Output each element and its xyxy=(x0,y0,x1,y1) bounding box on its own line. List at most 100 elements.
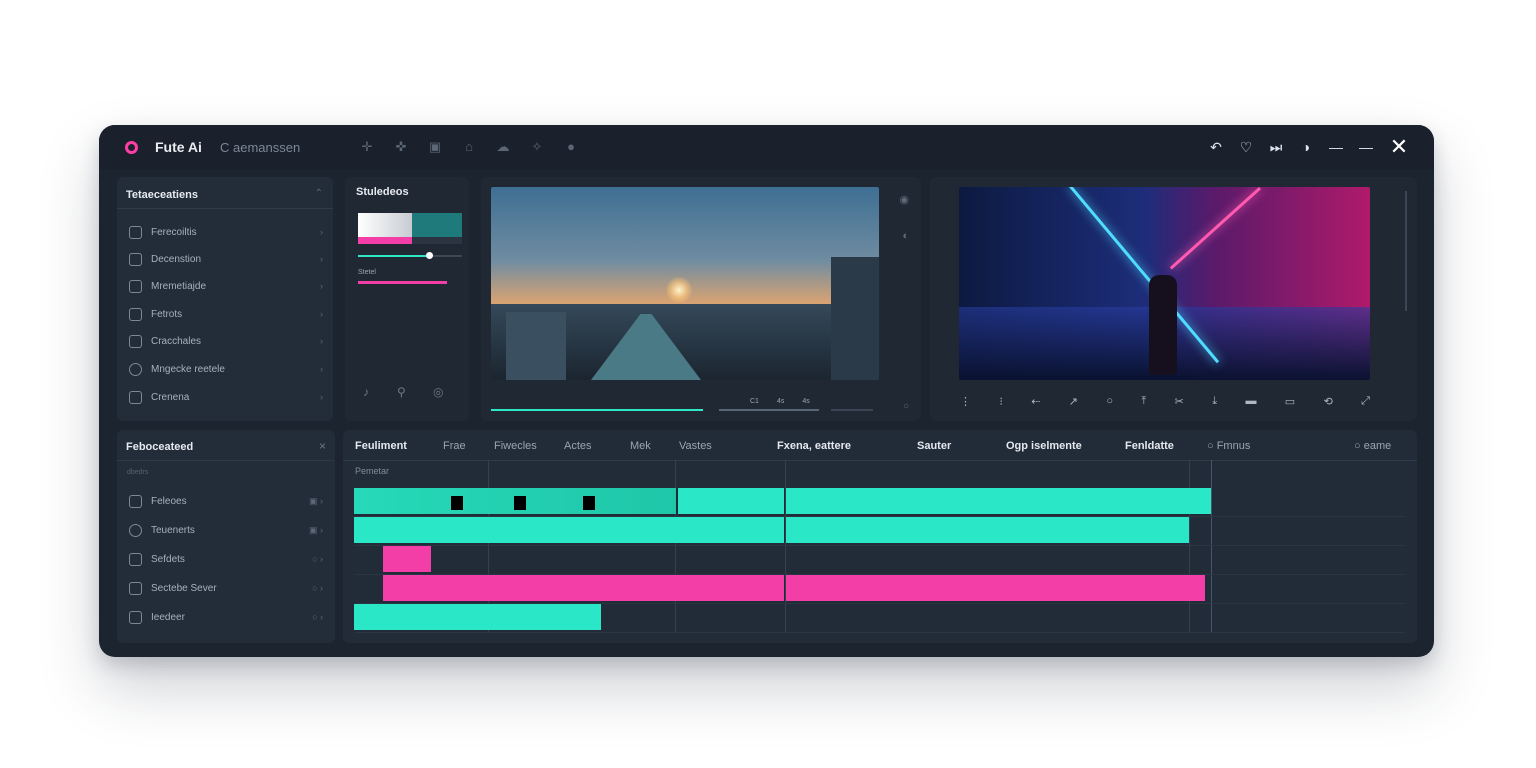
project-name[interactable]: C aemanssen xyxy=(220,140,300,155)
style-slider-knob[interactable] xyxy=(425,252,433,259)
fullscreen-icon[interactable]: ▭ xyxy=(1285,395,1295,408)
minimize-icon[interactable]: — xyxy=(1326,135,1346,159)
timeline-tab[interactable]: Actes xyxy=(564,440,592,452)
video-clip[interactable] xyxy=(786,517,1189,543)
timeline-tab[interactable]: Frae xyxy=(443,440,466,452)
timeline-tab[interactable]: ○ Fmnus xyxy=(1207,440,1250,452)
asset-item[interactable]: Ieedeer ○ › xyxy=(129,606,323,628)
loop-icon[interactable]: ⟲ xyxy=(1324,395,1333,408)
audio-clip[interactable] xyxy=(786,575,1205,601)
rewind-icon[interactable]: ↗ xyxy=(1069,395,1078,408)
crosshair-icon[interactable]: ✜ xyxy=(391,137,411,157)
copy-icon[interactable]: ▣ xyxy=(425,137,445,157)
transport-controls: ⋮ ⁝ ⇠ ↗ ○ ⤒ ✂ ⤓ ▬ ▭ ⟲ ⤢ xyxy=(960,395,1370,408)
track-row-label: Pemetar xyxy=(355,466,390,476)
chat-icon[interactable]: ● xyxy=(561,137,581,157)
play-icon[interactable]: ○ xyxy=(1106,395,1113,408)
step-back-icon[interactable]: ⇠ xyxy=(1031,395,1040,408)
link-icon[interactable]: ◐ xyxy=(902,230,909,242)
undo-icon[interactable]: ↶ xyxy=(1206,135,1226,159)
style-slider-fill xyxy=(358,255,429,257)
cloud-icon[interactable]: ☁ xyxy=(493,137,513,157)
asset-item[interactable]: Sectebe Sever ○ › xyxy=(129,577,323,599)
playhead-line[interactable] xyxy=(1211,460,1212,632)
close-icon[interactable]: ✕ xyxy=(1386,135,1412,159)
timeline-tab[interactable]: Mek xyxy=(630,440,651,452)
timeline-tab[interactable]: Fxena, eattere xyxy=(777,440,851,452)
user-icon[interactable]: ⚲ xyxy=(397,385,406,399)
sparkle-icon[interactable]: ✧ xyxy=(527,137,547,157)
timer-icon[interactable]: ○ xyxy=(903,401,909,412)
divider xyxy=(117,460,335,461)
collapse-chevron-icon[interactable]: ⌃ xyxy=(315,188,323,199)
timeline-tab[interactable]: Fiwecles xyxy=(494,440,537,452)
sidebar-item[interactable]: Cracchales › xyxy=(129,330,323,352)
maximize-icon[interactable]: — xyxy=(1356,135,1376,159)
doc-icon xyxy=(129,552,142,566)
asset-item[interactable]: Feleoes ▣ › xyxy=(129,490,323,512)
track-divider xyxy=(355,632,1405,633)
group-icon[interactable]: ⌂ xyxy=(459,137,479,157)
next-frame-icon[interactable]: ⤓ xyxy=(1212,395,1217,408)
program-vertical-scroll[interactable] xyxy=(1405,191,1407,311)
left-panel: Tetaeceatiens ⌃ Ferecoiltis › Decenstion ›… xyxy=(117,177,333,421)
video-clip[interactable] xyxy=(678,488,784,514)
video-clip[interactable] xyxy=(786,488,1211,514)
sidebar-item-label: Cracchales xyxy=(151,335,202,347)
globe-icon[interactable]: ◑ xyxy=(1296,135,1316,159)
sidebar-item[interactable]: Crenena › xyxy=(129,386,323,408)
heart-icon[interactable]: ♡ xyxy=(1236,135,1256,159)
timeline-tab[interactable]: Sauter xyxy=(917,440,951,452)
keyframe-marker[interactable] xyxy=(583,496,595,510)
options-icon[interactable]: ○ › xyxy=(312,554,323,564)
skip-icon[interactable]: ⏭ xyxy=(1266,135,1286,159)
timeline-tab[interactable]: Ogp iselmente xyxy=(1006,440,1082,452)
options-icon[interactable]: ○ › xyxy=(312,583,323,593)
sidebar-item[interactable]: Mngecke reetele › xyxy=(129,358,323,380)
program-video-frame[interactable] xyxy=(959,187,1370,380)
app-logo-icon xyxy=(125,141,138,154)
settings-icon[interactable]: ◎ xyxy=(433,385,443,399)
sidebar-item[interactable]: Mremetiajde › xyxy=(129,275,323,297)
split-icon[interactable]: ✂ xyxy=(1175,395,1184,408)
move-icon[interactable]: ✛ xyxy=(357,137,377,157)
camera-icon[interactable]: ▬ xyxy=(1245,395,1256,408)
options-icon[interactable]: ○ › xyxy=(312,612,323,622)
sun-glow xyxy=(666,277,692,303)
audio-clip[interactable] xyxy=(383,575,784,601)
sidebar-item[interactable]: Decenstion › xyxy=(129,248,323,270)
video-clip[interactable] xyxy=(354,604,601,630)
dancer-figure xyxy=(1149,275,1177,375)
source-video-frame[interactable] xyxy=(491,187,879,380)
prev-frame-icon[interactable]: ⤒ xyxy=(1141,395,1146,408)
source-volume-bar[interactable] xyxy=(831,409,873,411)
keyframe-marker[interactable] xyxy=(514,496,526,510)
video-clip[interactable] xyxy=(354,517,784,543)
timeline-tab[interactable]: Fenldatte xyxy=(1125,440,1174,452)
audio-icon[interactable]: ◉ xyxy=(899,193,909,206)
timeline-tab[interactable]: Vastes xyxy=(679,440,712,452)
marker-out-icon[interactable]: ⁝ xyxy=(999,395,1003,408)
sidebar-item[interactable]: Ferecoiltis › xyxy=(129,221,323,243)
asset-item[interactable]: Sefdets ○ › xyxy=(129,548,323,570)
swatch-teal xyxy=(412,213,462,237)
bell-icon[interactable]: ♪ xyxy=(363,385,369,399)
source-trim-bar[interactable] xyxy=(719,409,819,411)
options-icon[interactable]: ▣ › xyxy=(309,496,323,507)
slider-label: Stetel xyxy=(358,269,376,276)
close-panel-icon[interactable]: × xyxy=(319,439,326,453)
doc-icon xyxy=(129,334,142,348)
more-icon[interactable]: ⤢ xyxy=(1361,395,1370,408)
timeline-tab[interactable]: Feuliment xyxy=(355,440,407,452)
timeline-tab[interactable]: ○ eame xyxy=(1354,440,1391,452)
asset-item[interactable]: Teuenerts ▣ › xyxy=(129,519,323,541)
divider xyxy=(343,460,1417,461)
options-icon[interactable]: ▣ › xyxy=(309,525,323,536)
keyframe-marker[interactable] xyxy=(451,496,463,510)
tower xyxy=(831,257,879,380)
swatch-dark-bar xyxy=(412,237,462,244)
sidebar-item[interactable]: Fetrots › xyxy=(129,303,323,325)
audio-clip[interactable] xyxy=(383,546,431,572)
asset-item-label: Feleoes xyxy=(151,495,187,507)
marker-in-icon[interactable]: ⋮ xyxy=(960,395,971,408)
